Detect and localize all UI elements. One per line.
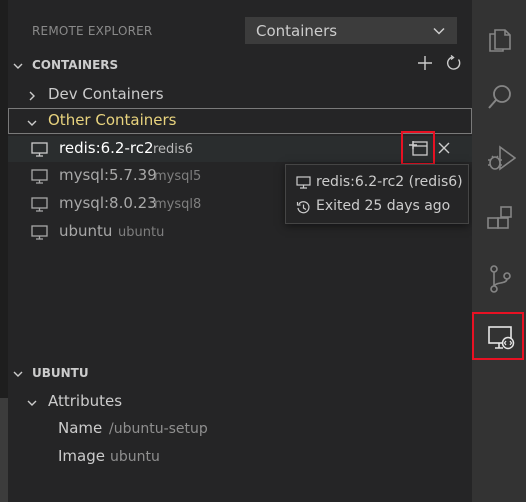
activity-run-debug[interactable] [472,134,526,182]
chevron-down-icon [13,63,23,69]
activity-extensions[interactable] [472,196,526,244]
container-alias: ubuntu [118,225,165,240]
monitor-icon [31,169,48,184]
container-tooltip: redis:6.2-rc2 (redis6) Exited 25 days ag… [285,164,469,224]
containers-section-header[interactable]: CONTAINERS [8,55,472,77]
activity-search[interactable] [472,73,526,121]
activity-bar [472,0,526,502]
remote-explorer-icon [488,326,515,350]
chevron-down-icon [27,120,37,126]
editor-edge [0,0,8,502]
details-section-title: UBUNTU [32,366,89,380]
window-add-icon [409,141,428,156]
monitor-icon [296,176,311,189]
attribute-row[interactable]: Image ubuntu [8,444,472,470]
container-name: mysql:8.0.23 [59,194,157,212]
monitor-icon [31,197,48,212]
attribute-key: Image [58,447,105,465]
container-alias: redis6 [153,142,193,157]
remote-explorer-sidebar: REMOTE EXPLORER Containers CONTAINERS De… [8,0,472,502]
chevron-down-icon [13,371,23,377]
remote-type-select[interactable]: Containers [245,17,457,44]
open-in-new-window-button[interactable] [401,131,435,165]
activity-explorer[interactable] [472,14,526,62]
source-control-icon [490,265,511,293]
tree-group-attributes[interactable]: Attributes [8,389,472,415]
tree-group-dev-containers[interactable]: Dev Containers [8,82,472,108]
chevron-down-icon [433,27,445,35]
sidebar-title: REMOTE EXPLORER [32,24,153,38]
sidebar-header: REMOTE EXPLORER Containers [8,8,472,50]
details-section-header[interactable]: UBUNTU [8,363,472,385]
container-name: redis:6.2-rc2 [59,139,154,157]
tree-group-label: Other Containers [48,111,177,129]
attribute-key: Name [58,419,103,437]
scrollbar-thumb[interactable] [0,398,8,502]
extensions-icon [487,206,512,229]
monitor-icon [31,142,48,157]
explorer-icon [489,29,511,52]
chevron-right-icon [29,91,35,101]
run-debug-icon [488,145,516,171]
activity-source-control[interactable] [472,254,526,302]
close-icon[interactable] [437,141,451,155]
containers-section-title: CONTAINERS [32,58,119,72]
tooltip-container-name: redis:6.2-rc2 (redis6) [316,174,463,190]
tooltip-status: Exited 25 days ago [316,198,451,214]
activity-remote-explorer[interactable] [472,312,524,360]
refresh-icon[interactable] [446,55,462,71]
history-icon [296,201,310,214]
attribute-value: ubuntu [110,449,160,465]
container-alias: mysql8 [154,197,202,212]
attribute-row[interactable]: Name /ubuntu-setup [8,416,472,442]
tree-group-label: Attributes [48,392,123,410]
add-icon[interactable] [417,55,433,71]
monitor-icon [31,225,48,240]
container-alias: mysql5 [154,169,202,184]
container-name: ubuntu [59,222,113,240]
search-icon [488,85,511,109]
remote-type-value: Containers [256,22,338,40]
attribute-value: /ubuntu-setup [109,421,208,437]
chevron-down-icon [27,400,37,406]
tree-group-label: Dev Containers [48,85,164,103]
container-name: mysql:5.7.39 [59,166,157,184]
